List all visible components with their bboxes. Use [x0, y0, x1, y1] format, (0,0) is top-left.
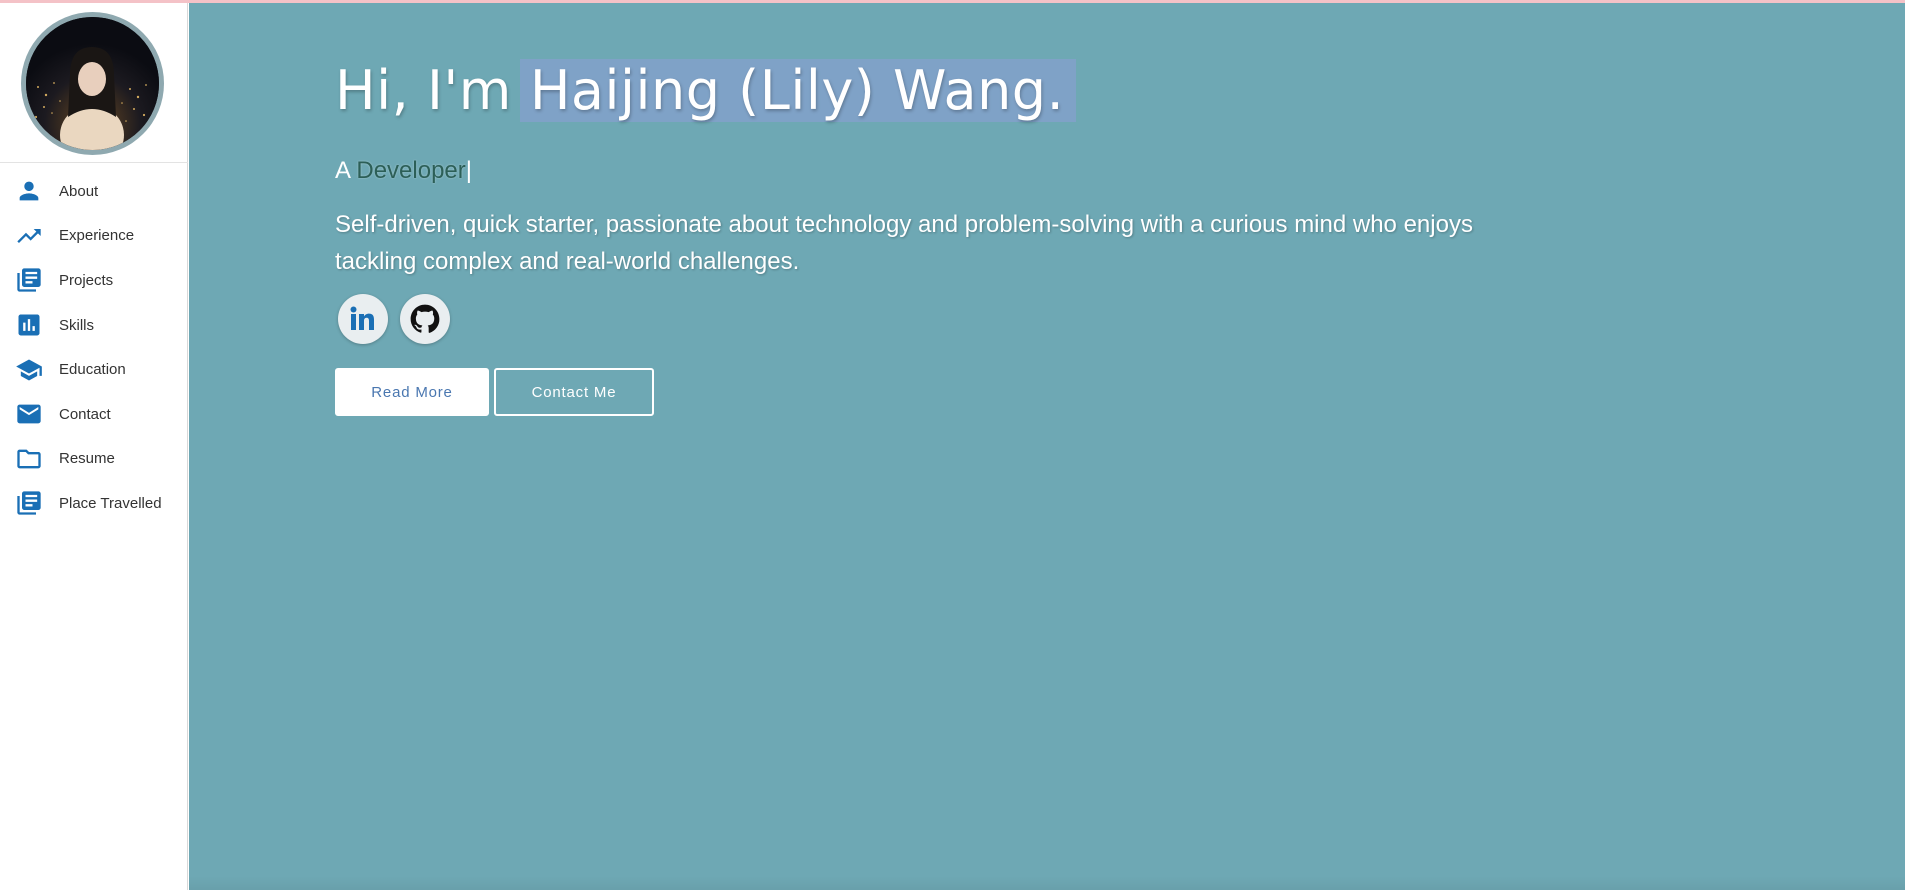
folder-icon	[14, 444, 44, 474]
sidebar-item-experience[interactable]: Experience	[0, 214, 188, 259]
hero-tagline: A Developer|	[335, 157, 472, 185]
sidebar-item-label: Skills	[59, 316, 95, 334]
sidebar-item-projects[interactable]: Projects	[0, 258, 188, 303]
social-links	[338, 294, 462, 344]
sidebar-item-label: About	[59, 182, 99, 200]
mail-icon	[14, 399, 44, 429]
sidebar-item-contact[interactable]: Contact	[0, 392, 188, 437]
github-button[interactable]	[400, 294, 450, 344]
typing-cursor: |	[465, 157, 472, 184]
hero-name: Haijing (Lily) Wang.	[519, 59, 1077, 122]
library-books-icon	[14, 488, 44, 518]
linkedin-icon	[350, 306, 374, 330]
hero-actions: Read More Contact Me	[335, 368, 654, 416]
sidebar-item-about[interactable]: About	[0, 169, 188, 214]
sidebar-item-resume[interactable]: Resume	[0, 437, 188, 482]
sidebar-item-label: Resume	[59, 450, 115, 468]
github-icon	[410, 304, 440, 333]
tagline-prefix: A	[335, 157, 350, 184]
bottom-shadow	[189, 876, 1905, 890]
hero-description: Self-driven, quick starter, passionate a…	[335, 211, 1473, 275]
sidebar-divider	[0, 162, 188, 163]
trending-up-icon	[14, 221, 44, 251]
avatar	[21, 12, 164, 155]
sidebar-item-label: Projects	[59, 271, 114, 289]
sidebar-nav: About Experience Projects Skills Educati…	[0, 169, 188, 526]
typed-role: Developer	[356, 157, 466, 184]
sidebar-item-label: Place Travelled	[59, 494, 162, 512]
sidebar-item-education[interactable]: Education	[0, 347, 188, 392]
sidebar-item-skills[interactable]: Skills	[0, 303, 188, 348]
sidebar-item-place-travelled[interactable]: Place Travelled	[0, 481, 188, 526]
linkedin-button[interactable]	[338, 294, 388, 344]
contact-me-button[interactable]: Contact Me	[494, 368, 654, 416]
sidebar: About Experience Projects Skills Educati…	[0, 3, 188, 890]
school-icon	[14, 355, 44, 385]
sidebar-item-label: Contact	[59, 405, 111, 423]
sidebar-item-label: Education	[59, 361, 126, 379]
library-books-icon	[14, 265, 44, 295]
hero-title: Hi, I'm Haijing (Lily) Wang.	[335, 59, 1077, 122]
read-more-button[interactable]: Read More	[335, 368, 489, 416]
hero-section: Hi, I'm Haijing (Lily) Wang. A Developer|…	[189, 3, 1905, 890]
sidebar-item-label: Experience	[59, 227, 135, 245]
person-icon	[14, 176, 44, 206]
avatar-photo	[26, 17, 159, 150]
bar-chart-icon	[14, 310, 44, 340]
profile-photo-illustration	[26, 17, 159, 150]
hero-greeting: Hi, I'm	[335, 59, 512, 122]
